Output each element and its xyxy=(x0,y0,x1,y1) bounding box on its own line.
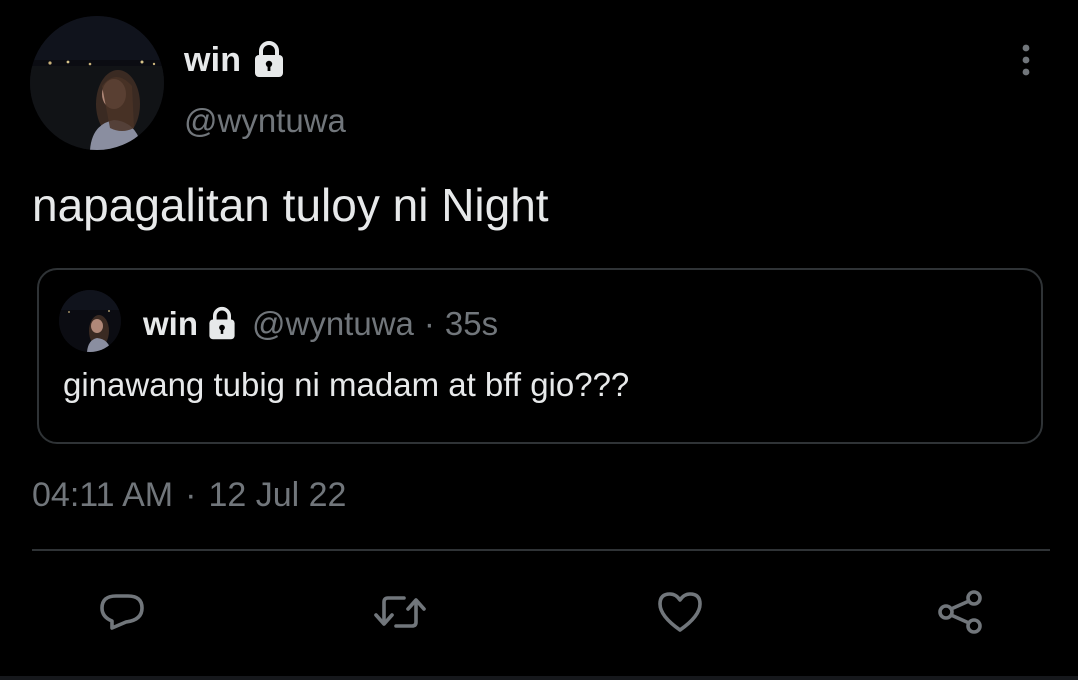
quoted-handle: @wyntuwa xyxy=(252,305,414,342)
share-icon xyxy=(938,590,982,634)
quoted-tweet-card[interactable]: win @wyntuwa · 35s ginawang tubig ni mad… xyxy=(37,268,1043,444)
avatar-photo xyxy=(30,16,164,150)
tweet-date: 12 Jul 22 xyxy=(208,476,347,514)
quoted-time: 35s xyxy=(444,305,499,342)
more-options-button[interactable] xyxy=(1006,38,1046,82)
quoted-tweet-header: win @wyntuwa · 35s xyxy=(143,302,498,346)
author-avatar[interactable] xyxy=(30,16,164,150)
reply-button[interactable] xyxy=(92,580,152,644)
retweet-icon xyxy=(374,596,426,628)
lock-icon xyxy=(249,40,289,80)
quoted-display-name: win xyxy=(143,305,198,342)
lock-icon xyxy=(204,306,240,342)
tweet-text: napagalitan tuloy ni Night xyxy=(32,179,549,231)
timestamp-separator: · xyxy=(185,476,197,514)
quoted-tweet-text: ginawang tubig ni madam at bff gio??? xyxy=(63,366,630,403)
author-display-name[interactable]: win xyxy=(184,41,241,80)
retweet-button[interactable] xyxy=(370,580,430,644)
share-button[interactable] xyxy=(930,580,990,644)
divider xyxy=(32,549,1050,551)
tweet-detail: win @wyntuwa napagalitan tuloy ni Night xyxy=(0,0,1078,680)
heart-icon xyxy=(658,592,702,632)
author-name-row[interactable]: win xyxy=(184,36,289,84)
author-handle[interactable]: @wyntuwa xyxy=(184,102,346,140)
bottom-divider xyxy=(0,676,1078,680)
more-vertical-icon xyxy=(1022,44,1030,76)
avatar-photo xyxy=(59,290,121,352)
tweet-time: 04:11 AM xyxy=(32,476,174,514)
comment-icon xyxy=(100,594,144,630)
tweet-timestamp[interactable]: 04:11 AM · 12 Jul 22 xyxy=(32,476,346,515)
tweet-actions xyxy=(0,580,1078,644)
quoted-author-avatar[interactable] xyxy=(59,290,121,352)
quoted-separator: · xyxy=(423,305,435,342)
like-button[interactable] xyxy=(650,580,710,644)
